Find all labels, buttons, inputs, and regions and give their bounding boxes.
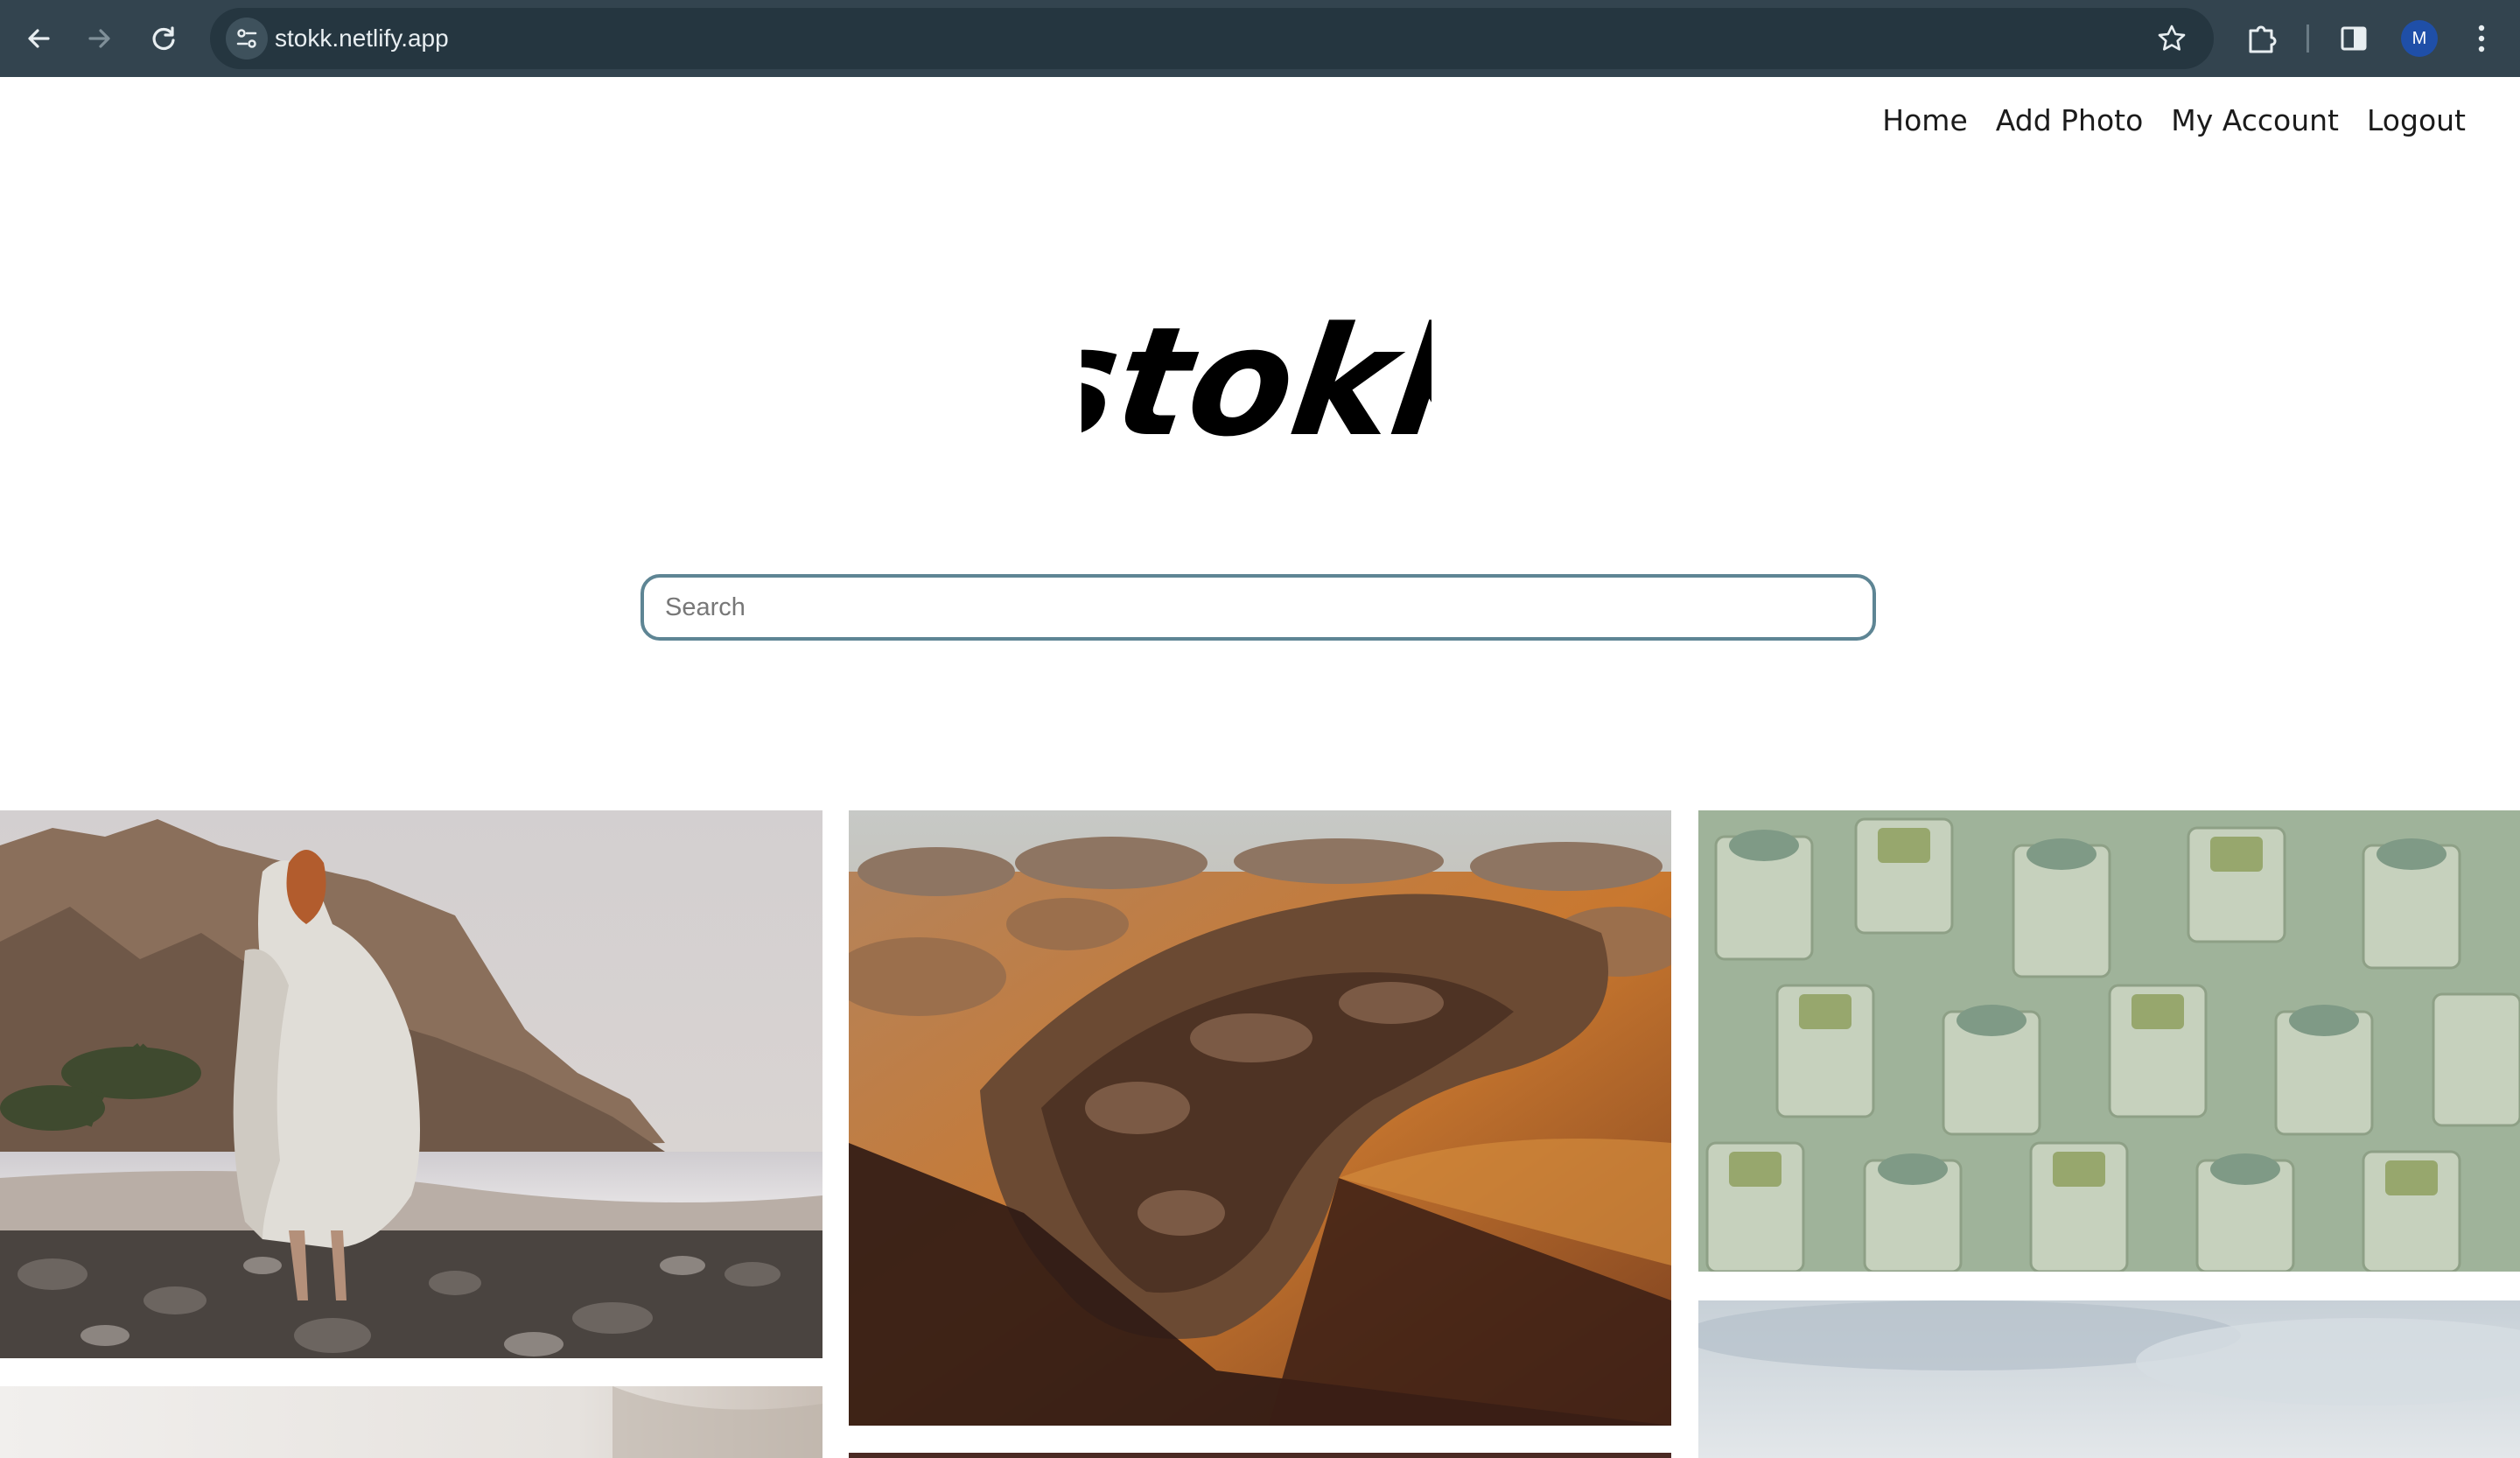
toolbar-divider: [2306, 25, 2309, 53]
profile-avatar[interactable]: M: [2401, 20, 2438, 57]
photo-aerial-desert-rocks[interactable]: [849, 810, 1671, 1426]
bookmark-star-icon[interactable]: [2151, 18, 2193, 60]
search-input[interactable]: [644, 578, 1872, 637]
url-text[interactable]: stokk.netlify.app: [275, 8, 449, 69]
site-info-icon[interactable]: [226, 18, 268, 60]
extensions-puzzle-icon[interactable]: [2240, 18, 2282, 60]
photo-dark-reddish-photo[interactable]: [849, 1453, 1671, 1458]
photo-hazy-landscape[interactable]: [0, 1386, 822, 1458]
photo-green-geometric-cylinders[interactable]: [1698, 810, 2520, 1272]
reload-icon[interactable]: [143, 18, 185, 60]
logo-text: stokk: [1082, 295, 1432, 453]
nav-logout-link[interactable]: Logout: [2367, 103, 2466, 137]
nav-home-link[interactable]: Home: [1882, 103, 1967, 137]
back-arrow-icon[interactable]: [18, 18, 60, 60]
menu-dots-icon[interactable]: [2460, 18, 2502, 60]
nav-my-account-link[interactable]: My Account: [2171, 103, 2339, 137]
site-nav: Home Add Photo My Account Logout: [1882, 103, 2466, 137]
search-box: [640, 574, 1876, 641]
forward-arrow-icon[interactable]: [79, 18, 121, 60]
photo-woman-on-rocky-beach[interactable]: [0, 810, 822, 1358]
browser-toolbar: stokk.netlify.app M: [0, 0, 2520, 77]
side-panel-icon[interactable]: [2333, 18, 2375, 60]
address-bar[interactable]: stokk.netlify.app: [210, 8, 2214, 69]
photo-misty-cloudy-sky[interactable]: [1698, 1300, 2520, 1458]
site-logo[interactable]: stokk: [1017, 278, 1515, 470]
nav-add-photo-link[interactable]: Add Photo: [1996, 103, 2144, 137]
